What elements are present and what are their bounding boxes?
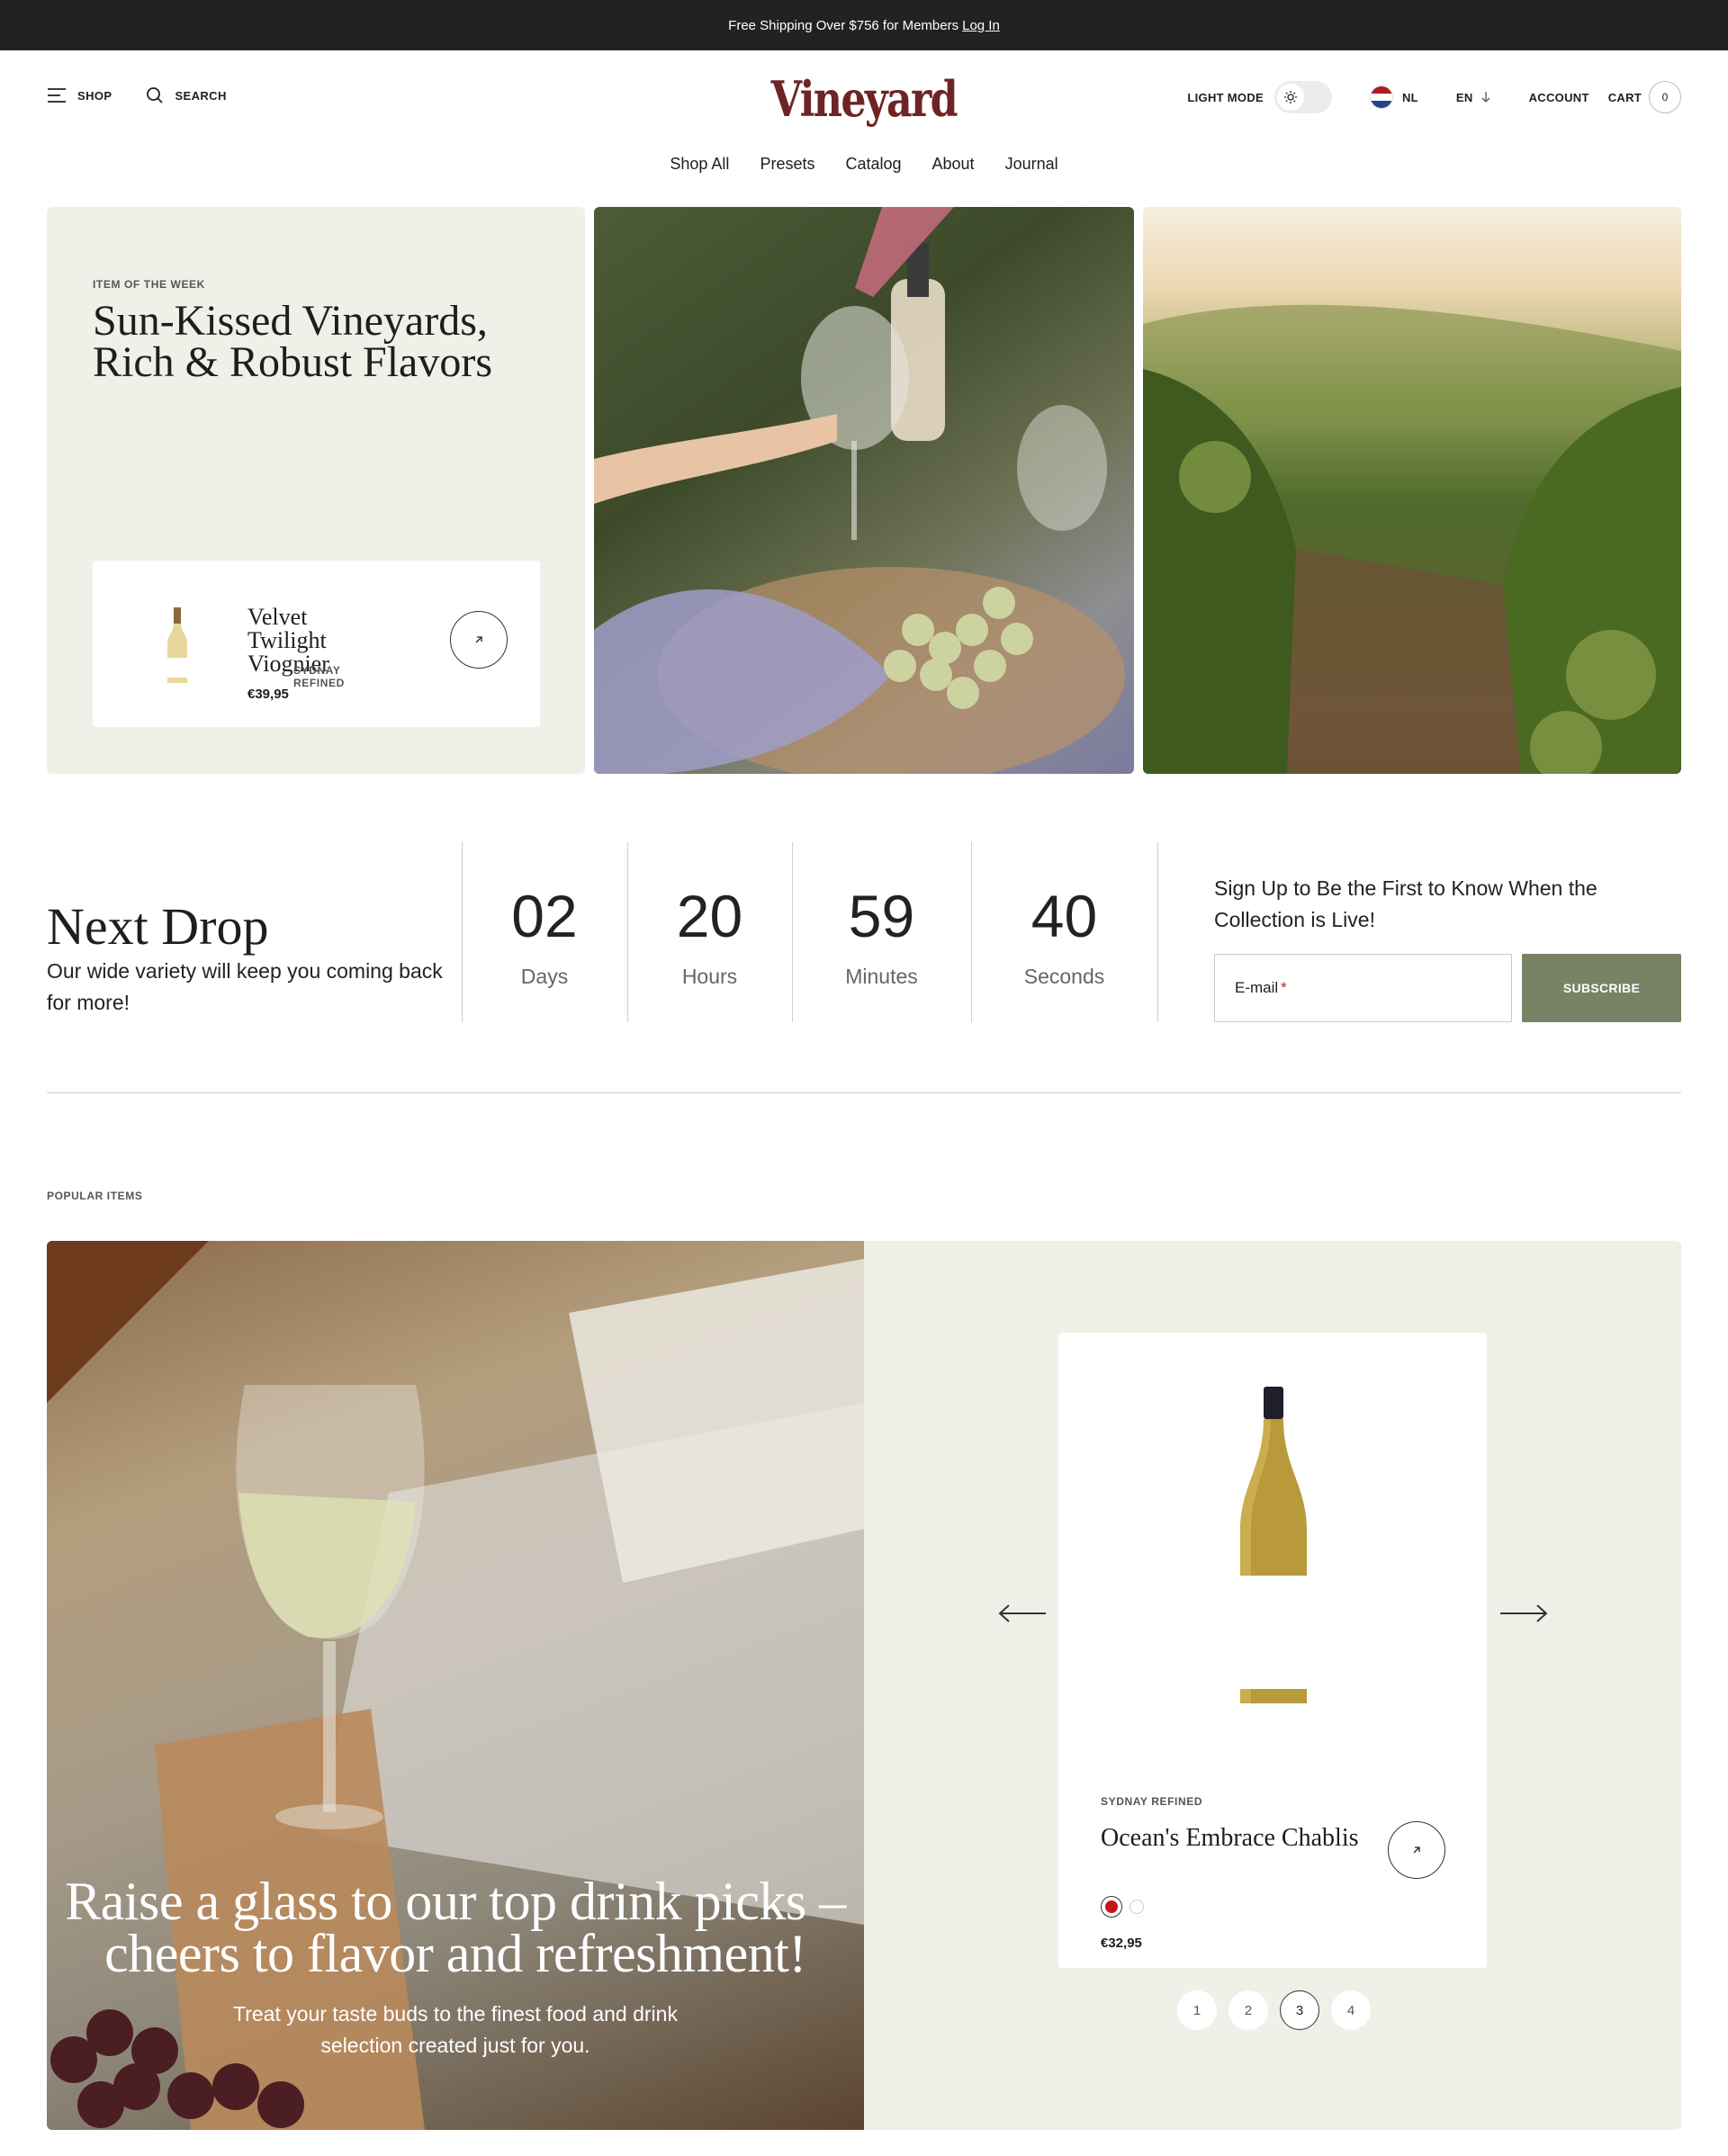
search-button[interactable]: SEARCH: [146, 86, 226, 104]
product-name[interactable]: Ocean's Embrace Chablis: [1101, 1824, 1359, 1853]
countdown-unit: Hours: [681, 965, 738, 988]
countdown-seconds: 40 Seconds: [971, 880, 1157, 989]
nav-catalog[interactable]: Catalog: [845, 155, 901, 174]
product-vendor: SYDNAY REFINED: [293, 664, 345, 689]
next-drop-subtitle: Our wide variety will keep you coming ba…: [47, 959, 443, 1014]
carousel-product-card[interactable]: SYDNAY REFINED Ocean's Embrace Chablis €…: [1058, 1333, 1487, 1968]
countdown-unit: Seconds: [1023, 965, 1105, 988]
next-drop-block: Next Drop Our wide variety will keep you…: [47, 900, 443, 1019]
required-asterisk: *: [1281, 979, 1287, 996]
view-product-button[interactable]: [450, 611, 508, 669]
announcement-text: Free Shipping Over $756 for Members: [728, 17, 959, 33]
login-link[interactable]: Log In: [962, 18, 1000, 33]
arrow-up-right-icon: [475, 636, 482, 643]
language-selector[interactable]: EN: [1456, 91, 1473, 104]
nav-shop-all[interactable]: Shop All: [670, 155, 729, 174]
arrow-left-icon[interactable]: [997, 1603, 1048, 1624]
shop-label: SHOP: [77, 88, 112, 103]
vineyard-illustration: [1143, 304, 1681, 774]
sun-icon: [1283, 91, 1297, 103]
signup-text: Sign Up to Be the First to Know When the…: [1214, 876, 1598, 931]
page-dot[interactable]: 2: [1228, 1990, 1268, 2030]
countdown-value: 02: [511, 883, 578, 949]
countdown-minutes: 59 Minutes: [792, 880, 971, 989]
promo-title: Raise a glass to our top drink picks – c…: [65, 1872, 846, 1983]
email-label: E-mail: [1235, 979, 1279, 996]
site-header: SHOP SEARCH Vineyard LIGHT MODE NL EN AC…: [0, 50, 1728, 146]
subscribe-button[interactable]: SUBSCRIBE: [1522, 954, 1681, 1022]
next-drop-title: Next Drop: [47, 897, 269, 956]
page-dot[interactable]: 4: [1331, 1990, 1371, 2030]
countdown-value: 40: [1030, 883, 1098, 949]
swatch-red[interactable]: [1101, 1896, 1122, 1918]
popular-items-eyebrow: POPULAR ITEMS: [47, 1190, 143, 1202]
color-swatches: [1101, 1896, 1144, 1918]
nav-journal[interactable]: Journal: [1005, 155, 1058, 174]
shop-menu-button[interactable]: SHOP: [47, 87, 112, 103]
main-nav: Shop All Presets Catalog About Journal: [0, 155, 1728, 174]
countdown-value: 20: [676, 883, 743, 949]
view-product-button[interactable]: [1388, 1821, 1445, 1879]
search-label: SEARCH: [175, 88, 227, 103]
featured-product-card[interactable]: SYDNAY REFINED Velvet Twilight Viognier …: [93, 561, 540, 727]
countdown-unit: Minutes: [845, 965, 918, 988]
product-carousel: SYDNAY REFINED Ocean's Embrace Chablis €…: [864, 1241, 1681, 2130]
hero-feature-panel: ITEM OF THE WEEK Sun-Kissed Vineyards, R…: [47, 207, 585, 774]
countdown-value: 59: [848, 883, 915, 949]
wine-bottle-image: [1240, 1387, 1307, 1703]
theme-toggle[interactable]: [1274, 81, 1332, 113]
section-divider: [47, 1092, 1681, 1093]
divider-line: [1157, 842, 1158, 1022]
cart-link[interactable]: CART: [1608, 91, 1642, 104]
product-price: €32,95: [1101, 1936, 1142, 1951]
promo-subtitle-line: Treat your taste buds to the finest food…: [233, 2002, 678, 2026]
countdown-days: 02 Days: [462, 880, 627, 989]
countdown-hours: 20 Hours: [627, 880, 792, 989]
email-field[interactable]: E-mail *: [1214, 954, 1512, 1022]
light-mode-label: LIGHT MODE: [1187, 90, 1264, 104]
hero-title: Sun-Kissed Vineyards, Rich & Robust Flav…: [93, 297, 493, 386]
account-link[interactable]: ACCOUNT: [1529, 91, 1589, 104]
swatch-white[interactable]: [1130, 1900, 1144, 1914]
promo-subtitle: Treat your taste buds to the finest food…: [47, 1999, 864, 2062]
page-dot[interactable]: 1: [1177, 1990, 1217, 2030]
carousel-pagination: 1 2 3 4: [1177, 1990, 1371, 2030]
hero-eyebrow: ITEM OF THE WEEK: [93, 278, 205, 291]
page-dot-active[interactable]: 3: [1280, 1990, 1319, 2030]
arrow-right-icon[interactable]: [1498, 1603, 1549, 1624]
cart-count-badge[interactable]: 0: [1649, 81, 1681, 113]
announcement-bar: Free Shipping Over $756 for Members Log …: [0, 0, 1728, 50]
wine-bottle-image: [167, 607, 187, 683]
arrow-down-icon: [1481, 92, 1490, 103]
nav-about[interactable]: About: [932, 155, 975, 174]
netherlands-flag-icon[interactable]: [1369, 85, 1393, 109]
promo-subtitle-line: selection created just for you.: [320, 2034, 590, 2057]
menu-icon: [48, 88, 66, 103]
arrow-up-right-icon: [1413, 1846, 1420, 1854]
site-logo[interactable]: Vineyard: [771, 70, 958, 128]
country-selector[interactable]: NL: [1402, 91, 1418, 104]
picnic-illustration: [594, 207, 1125, 774]
nav-presets[interactable]: Presets: [760, 155, 814, 174]
wine-glass-illustration: [47, 1241, 864, 2130]
product-vendor: SYDNAY REFINED: [1101, 1795, 1203, 1808]
search-icon: [147, 87, 164, 103]
promo-image-panel: Raise a glass to our top drink picks – c…: [47, 1241, 864, 2130]
picnic-wine-image: [594, 207, 1134, 774]
countdown-unit: Days: [520, 965, 569, 988]
vineyard-rows-image: [1143, 207, 1681, 774]
